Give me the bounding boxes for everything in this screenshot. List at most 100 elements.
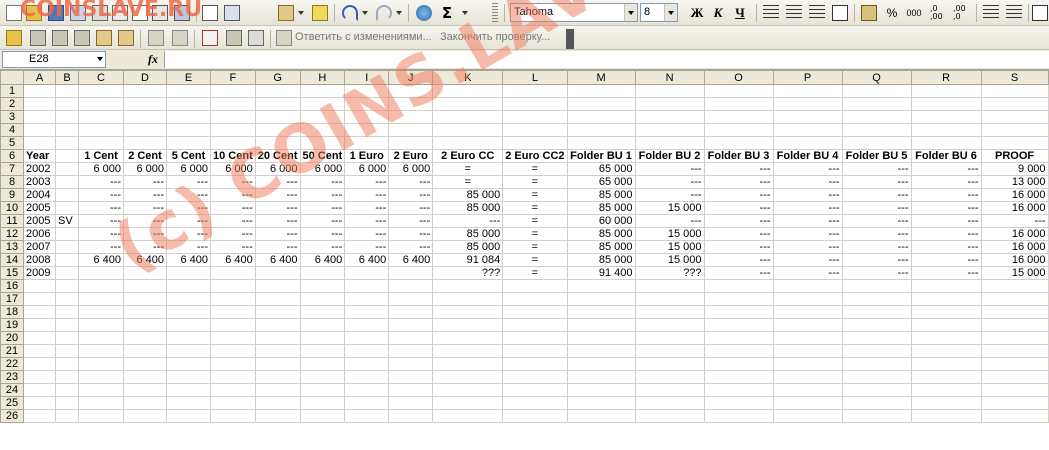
empty-cell[interactable]	[703, 136, 774, 150]
empty-cell[interactable]	[55, 123, 79, 137]
empty-cell[interactable]	[502, 344, 568, 358]
data-cell[interactable]: ---	[299, 240, 346, 254]
empty-cell[interactable]	[772, 331, 843, 345]
data-cell[interactable]	[388, 266, 434, 280]
data-cell[interactable]: 6 400	[78, 253, 124, 267]
data-cell[interactable]: ---	[910, 240, 982, 254]
empty-cell[interactable]	[566, 318, 636, 332]
column-header[interactable]: Q	[841, 70, 912, 85]
empty-cell[interactable]	[55, 97, 79, 111]
empty-cell[interactable]	[166, 279, 211, 293]
empty-cell[interactable]	[980, 84, 1049, 98]
empty-cell[interactable]	[980, 357, 1049, 371]
data-cell[interactable]: 85 000	[432, 201, 504, 215]
empty-cell[interactable]	[910, 110, 982, 124]
data-cell[interactable]: 2002	[23, 162, 56, 176]
data-cell[interactable]: 15 000	[634, 240, 705, 254]
data-cell[interactable]: 2005	[23, 214, 56, 228]
data-cell[interactable]: 16 000	[980, 188, 1049, 202]
data-cell[interactable]: ---	[703, 188, 774, 202]
bold-button[interactable]: Ж	[688, 4, 706, 22]
data-cell[interactable]: ---	[388, 188, 434, 202]
empty-cell[interactable]	[432, 396, 504, 410]
empty-cell[interactable]	[344, 110, 390, 124]
font-size-combo[interactable]: 8	[640, 3, 678, 22]
data-cell[interactable]: 6 000	[299, 162, 346, 176]
header-cell[interactable]: Folder BU 4	[772, 149, 843, 163]
data-cell[interactable]: ---	[772, 162, 843, 176]
data-cell[interactable]: 85 000	[432, 188, 504, 202]
empty-cell[interactable]	[254, 292, 301, 306]
empty-cell[interactable]	[23, 318, 56, 332]
empty-cell[interactable]	[502, 136, 568, 150]
empty-cell[interactable]	[210, 292, 256, 306]
empty-cell[interactable]	[23, 344, 56, 358]
row-header[interactable]: 22	[0, 357, 24, 371]
header-cell[interactable]: 10 Cent	[210, 149, 256, 163]
empty-cell[interactable]	[254, 396, 301, 410]
empty-cell[interactable]	[841, 357, 912, 371]
data-cell[interactable]: 60 000	[566, 214, 636, 228]
data-cell[interactable]: ---	[703, 240, 774, 254]
empty-cell[interactable]	[502, 331, 568, 345]
show-comment-icon[interactable]	[96, 30, 112, 46]
empty-cell[interactable]	[344, 318, 390, 332]
empty-cell[interactable]	[23, 370, 56, 384]
italic-button[interactable]: К	[709, 4, 727, 22]
data-cell[interactable]: ???	[634, 266, 705, 280]
empty-cell[interactable]	[166, 305, 211, 319]
empty-cell[interactable]	[841, 370, 912, 384]
align-right-icon[interactable]	[809, 5, 825, 21]
empty-cell[interactable]	[299, 136, 346, 150]
data-cell[interactable]: ---	[166, 240, 211, 254]
empty-cell[interactable]	[980, 279, 1049, 293]
empty-cell[interactable]	[254, 136, 301, 150]
empty-cell[interactable]	[210, 357, 256, 371]
data-cell[interactable]: ---	[634, 214, 705, 228]
data-cell[interactable]	[210, 266, 256, 280]
data-cell[interactable]: 2008	[23, 253, 56, 267]
empty-cell[interactable]	[703, 279, 774, 293]
empty-cell[interactable]	[299, 292, 346, 306]
empty-cell[interactable]	[123, 97, 167, 111]
data-cell[interactable]	[55, 227, 79, 241]
row-header[interactable]: 5	[0, 136, 24, 150]
row-header[interactable]: 4	[0, 123, 24, 137]
data-cell[interactable]: ---	[166, 214, 211, 228]
empty-cell[interactable]	[55, 396, 79, 410]
data-cell[interactable]: =	[502, 175, 568, 189]
empty-cell[interactable]	[432, 331, 504, 345]
row-header[interactable]: 7	[0, 162, 24, 176]
data-cell[interactable]: 16 000	[980, 253, 1049, 267]
empty-cell[interactable]	[432, 97, 504, 111]
empty-cell[interactable]	[55, 344, 79, 358]
empty-cell[interactable]	[299, 370, 346, 384]
empty-cell[interactable]	[55, 318, 79, 332]
data-cell[interactable]: ---	[841, 214, 912, 228]
empty-cell[interactable]	[432, 318, 504, 332]
data-cell[interactable]: =	[502, 240, 568, 254]
data-cell[interactable]: ---	[841, 162, 912, 176]
empty-cell[interactable]	[23, 123, 56, 137]
data-cell[interactable]: ---	[123, 240, 167, 254]
empty-cell[interactable]	[910, 292, 982, 306]
column-header[interactable]: J	[388, 70, 434, 85]
data-cell[interactable]	[78, 266, 124, 280]
print-preview-icon[interactable]	[132, 5, 148, 21]
empty-cell[interactable]	[841, 305, 912, 319]
data-cell[interactable]: 2004	[23, 188, 56, 202]
column-header[interactable]: H	[299, 70, 346, 85]
empty-cell[interactable]	[432, 279, 504, 293]
data-cell[interactable]: 85 000	[566, 240, 636, 254]
empty-cell[interactable]	[432, 110, 504, 124]
empty-cell[interactable]	[210, 136, 256, 150]
empty-cell[interactable]	[910, 370, 982, 384]
empty-cell[interactable]	[841, 84, 912, 98]
data-cell[interactable]: 2003	[23, 175, 56, 189]
data-cell[interactable]: ---	[703, 214, 774, 228]
empty-cell[interactable]	[78, 110, 124, 124]
empty-cell[interactable]	[980, 292, 1049, 306]
data-cell[interactable]: ---	[703, 253, 774, 267]
empty-cell[interactable]	[254, 318, 301, 332]
data-cell[interactable]: 6 000	[388, 162, 434, 176]
